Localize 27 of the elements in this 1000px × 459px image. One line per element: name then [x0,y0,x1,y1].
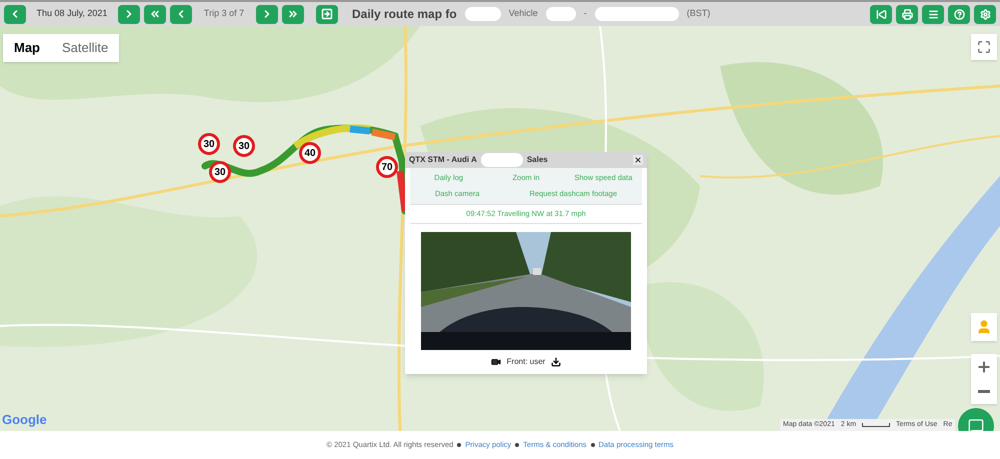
separator-text: - [584,7,587,20]
print-button[interactable] [896,4,918,24]
settings-button[interactable] [974,4,996,24]
show-trip-button[interactable] [316,4,338,24]
timezone-label: (BST) [686,7,710,20]
double-chevron-left-icon [149,8,161,20]
previous-day-button[interactable] [4,4,26,24]
previous-trip-button[interactable] [170,4,192,24]
menu-button[interactable] [922,4,944,24]
help-icon [954,8,964,20]
trip-counter: Trip 3 of 7 [202,7,246,20]
next-day-button[interactable] [118,4,140,24]
date-label: Thu 08 July, 2021 [36,7,108,20]
settings-icon [980,8,990,20]
skip-back-button[interactable] [870,4,892,24]
printer-icon [902,8,912,20]
page-title: Daily route map fo [352,6,457,23]
redacted-text [546,7,576,21]
redacted-text [464,7,501,21]
last-trip-button[interactable] [282,4,304,24]
skip-back-icon [876,8,886,20]
first-trip-button[interactable] [144,4,166,24]
help-button[interactable] [948,4,970,24]
vehicle-label: Vehicle [508,7,538,20]
next-trip-button[interactable] [256,4,278,24]
double-chevron-right-icon [287,8,299,20]
menu-icon [928,8,938,20]
